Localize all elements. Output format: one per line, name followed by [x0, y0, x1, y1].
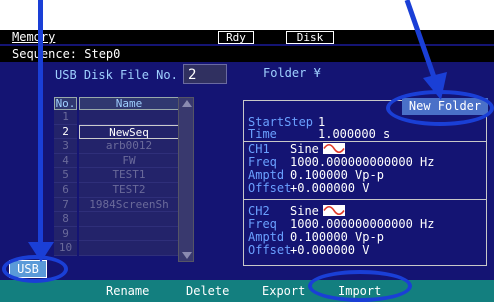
delete-softkey[interactable]: Delete [186, 284, 229, 298]
list-item[interactable]: 6 TEST2 [54, 182, 196, 198]
time-key: Time [248, 127, 277, 141]
list-item[interactable]: 8 [54, 212, 196, 227]
item-name: FW [79, 153, 179, 169]
freq-value: 1000.000000000000 Hz [290, 217, 435, 231]
ch2-offset-row: Offset+0.000000 V [248, 244, 369, 256]
ch2-wave: Sine [290, 204, 319, 218]
offset-value: +0.000000 V [290, 181, 370, 195]
freq-key: Freq [248, 155, 277, 169]
item-name [79, 241, 179, 256]
item-no: 1 [54, 110, 77, 125]
annotation-ellipse [2, 255, 68, 283]
ch2-amptd-row: Amptd 0.100000 Vp-p [248, 231, 384, 243]
file-list-header: No. Name [54, 97, 196, 110]
item-name: 1984ScreenSh [79, 197, 179, 213]
list-item[interactable]: 3 arb0012 [54, 139, 196, 154]
ch1-wave: Sine [290, 142, 319, 156]
offset-value: +0.000000 V [290, 243, 370, 257]
amptd-value: 0.100000 Vp-p [290, 168, 384, 182]
scroll-up-icon[interactable] [182, 100, 192, 107]
item-name: TEST1 [79, 168, 179, 183]
ready-indicator: Rdy [218, 31, 254, 44]
list-item[interactable]: 1 [54, 110, 196, 125]
ch1-key: CH1 [248, 142, 270, 156]
file-list-scrollbar[interactable] [178, 97, 194, 262]
ch2-key: CH2 [248, 204, 270, 218]
item-no: 8 [54, 212, 77, 227]
annotation-ellipse [386, 90, 494, 126]
menu-title: Memory [12, 30, 56, 44]
item-no: 5 [54, 168, 77, 183]
item-no: 3 [54, 139, 77, 154]
amptd-value: 0.100000 Vp-p [290, 230, 384, 244]
file-no-label: USB Disk File No. [55, 68, 178, 82]
list-item[interactable]: 4 FW [54, 153, 196, 169]
divider [244, 199, 486, 200]
folder-label: Folder ¥ [263, 66, 321, 80]
list-item[interactable]: 5 TEST1 [54, 168, 196, 183]
sine-wave-icon [322, 205, 345, 216]
offset-key: Offset [248, 181, 292, 195]
item-name: arb0012 [79, 139, 179, 154]
disk-indicator: Disk [286, 31, 334, 44]
list-item[interactable]: 9 [54, 226, 196, 242]
ch1-row: CH1 Sine [248, 143, 345, 155]
item-name [79, 212, 179, 227]
freq-key: Freq [248, 217, 277, 231]
item-name: TEST2 [79, 182, 179, 198]
sequence-label: Sequence: Step0 [12, 47, 121, 61]
softkey-bar [0, 280, 494, 302]
item-no: 7 [54, 197, 77, 213]
export-softkey[interactable]: Export [262, 284, 305, 298]
divider [244, 141, 486, 142]
item-no: 9 [54, 226, 77, 242]
annotation-arrow-line [38, 0, 43, 250]
ch2-row: CH2 Sine [248, 205, 345, 217]
time-row: Time 1.000000 s [248, 128, 390, 140]
ch2-freq-row: Freq 1000.000000000000 Hz [248, 218, 435, 230]
item-no: 10 [54, 241, 77, 256]
ch1-freq-row: Freq 1000.000000000000 Hz [248, 156, 435, 168]
scroll-down-icon[interactable] [182, 252, 192, 259]
list-item[interactable]: 10 [54, 241, 196, 256]
item-name: NewSeq [79, 124, 179, 140]
item-name [79, 110, 179, 125]
list-item[interactable]: 7 1984ScreenSh [54, 197, 196, 213]
file-no-field[interactable]: 2 [183, 64, 227, 84]
ch1-offset-row: Offset+0.000000 V [248, 182, 369, 194]
time-value: 1.000000 s [318, 127, 391, 141]
amptd-key: Amptd [248, 168, 285, 182]
file-list[interactable]: No. Name 1 2 NewSeq 3 arb0012 4 FW 5 TEST1 6… [54, 97, 196, 256]
rename-softkey[interactable]: Rename [106, 284, 149, 298]
offset-key: Offset [248, 243, 292, 257]
annotation-arrow-icon [404, 0, 447, 100]
column-header-name: Name [79, 97, 179, 110]
item-name [79, 226, 179, 242]
sine-wave-icon [322, 143, 345, 154]
item-no: 4 [54, 153, 77, 169]
item-no: 6 [54, 182, 77, 198]
ch1-amptd-row: Amptd 0.100000 Vp-p [248, 169, 384, 181]
column-header-no: No. [54, 97, 77, 110]
item-no: 2 [54, 124, 77, 140]
annotation-ellipse [308, 270, 412, 302]
amptd-key: Amptd [248, 230, 285, 244]
freq-value: 1000.000000000000 Hz [290, 155, 435, 169]
list-item-selected[interactable]: 2 NewSeq [54, 124, 196, 140]
